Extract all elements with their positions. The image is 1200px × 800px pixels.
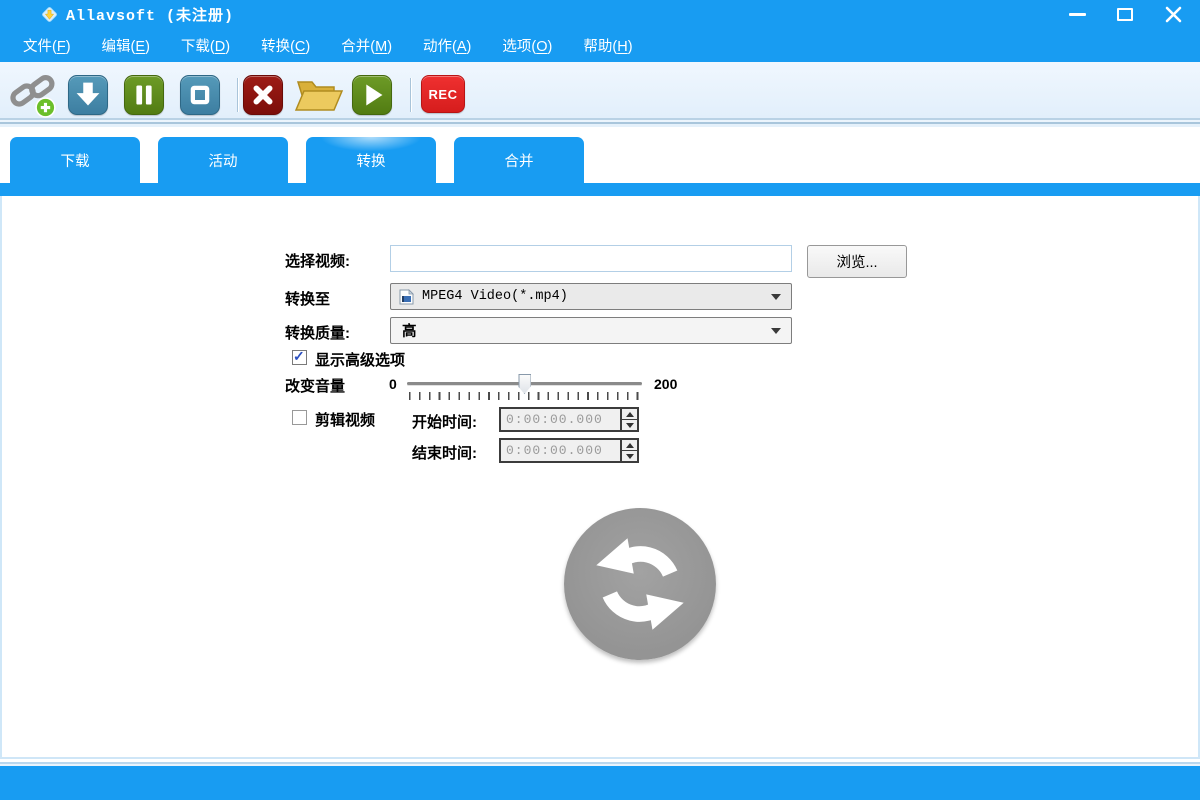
end-time-label: 结束时间: <box>412 442 477 463</box>
clip-video-checkbox[interactable] <box>292 410 307 425</box>
download-icon <box>69 75 107 115</box>
menu-edit[interactable]: 编辑(E) <box>91 31 161 60</box>
start-time-spinner[interactable]: 0:00:00.000 <box>499 407 639 432</box>
menu-convert[interactable]: 转换(C) <box>250 31 321 60</box>
spin-up-icon <box>626 443 634 448</box>
spin-down-button[interactable] <box>622 420 637 430</box>
convert-arrows-icon <box>588 532 692 636</box>
open-folder-button[interactable] <box>294 75 344 115</box>
minimize-icon <box>1069 13 1086 16</box>
select-video-label: 选择视频: <box>285 250 350 271</box>
volume-max-label: 200 <box>654 376 677 392</box>
convert-panel: 选择视频: 浏览... 转换至 MPEG4 Video(*.mp4) 转换质量:… <box>0 196 1200 757</box>
convert-watermark <box>564 508 716 660</box>
spin-up-icon <box>626 412 634 417</box>
video-path-input[interactable] <box>390 245 792 272</box>
clip-video-label: 剪辑视频 <box>315 409 375 430</box>
tab-convert[interactable]: 转换 <box>306 137 436 183</box>
start-time-label: 开始时间: <box>412 411 477 432</box>
add-link-icon <box>10 72 58 118</box>
status-bar-edge <box>0 757 1200 766</box>
close-icon <box>1165 6 1182 23</box>
advanced-options-checkbox[interactable] <box>292 350 307 365</box>
quality-value: 高 <box>402 320 417 341</box>
tab-merge[interactable]: 合并 <box>454 137 584 183</box>
pause-icon <box>125 75 163 115</box>
tab-strip <box>0 183 1200 196</box>
toolbar: REC <box>0 62 1200 118</box>
toolbar-separator <box>410 78 411 112</box>
format-dropdown[interactable]: MPEG4 Video(*.mp4) <box>390 283 792 310</box>
menu-options[interactable]: 选项(O) <box>491 31 563 60</box>
quality-dropdown[interactable]: 高 <box>390 317 792 344</box>
stop-icon <box>181 75 219 115</box>
spin-up-button[interactable] <box>622 440 637 451</box>
volume-min-label: 0 <box>389 376 397 392</box>
spin-down-button[interactable] <box>622 451 637 461</box>
chevron-down-icon <box>771 294 781 300</box>
menu-file[interactable]: 文件(F) <box>12 31 82 60</box>
toolbar-separator <box>237 78 238 112</box>
record-button[interactable]: REC <box>421 75 465 113</box>
record-label: REC <box>429 87 458 102</box>
pause-button[interactable] <box>124 75 164 115</box>
status-bar <box>0 766 1200 800</box>
spin-up-button[interactable] <box>622 409 637 420</box>
tab-bar: 下载 活动 转换 合并 <box>0 127 1200 183</box>
close-button[interactable] <box>1160 2 1186 26</box>
convert-to-label: 转换至 <box>285 288 330 309</box>
browse-button[interactable]: 浏览... <box>807 245 907 278</box>
start-time-value: 0:00:00.000 <box>506 412 620 427</box>
end-time-spinner[interactable]: 0:00:00.000 <box>499 438 639 463</box>
minimize-button[interactable] <box>1064 2 1090 26</box>
tab-activity[interactable]: 活动 <box>158 137 288 183</box>
spin-down-icon <box>626 454 634 459</box>
menu-action[interactable]: 动作(A) <box>412 31 482 60</box>
window-title: Allavsoft (未注册) <box>66 4 234 25</box>
play-button[interactable] <box>352 75 392 115</box>
spinner-buttons <box>620 440 637 461</box>
tab-download[interactable]: 下载 <box>10 137 140 183</box>
maximize-icon <box>1117 8 1133 21</box>
spin-down-icon <box>626 423 634 428</box>
download-button[interactable] <box>68 75 108 115</box>
chevron-down-icon <box>771 328 781 334</box>
folder-icon <box>294 76 344 114</box>
delete-icon <box>244 75 282 115</box>
volume-slider-ticks <box>409 392 642 400</box>
toolbar-bottom-edge <box>0 118 1200 127</box>
spinner-buttons <box>620 409 637 430</box>
menu-bar: 文件(F) 编辑(E) 下载(D) 转换(C) 合并(M) 动作(A) 选项(O… <box>0 28 1200 62</box>
advanced-options-label: 显示高级选项 <box>315 349 405 370</box>
menu-merge[interactable]: 合并(M) <box>330 31 403 60</box>
menu-help[interactable]: 帮助(H) <box>572 31 643 60</box>
end-time-value: 0:00:00.000 <box>506 443 620 458</box>
delete-button[interactable] <box>243 75 283 115</box>
format-value: MPEG4 Video(*.mp4) <box>422 289 568 304</box>
menu-download[interactable]: 下载(D) <box>170 31 241 60</box>
window-controls <box>1064 0 1186 28</box>
volume-label: 改变音量 <box>285 375 345 396</box>
quality-label: 转换质量: <box>285 322 350 343</box>
maximize-button[interactable] <box>1112 2 1138 26</box>
video-file-icon <box>399 289 414 305</box>
add-link-button[interactable] <box>10 72 58 118</box>
title-bar: Allavsoft (未注册) <box>0 0 1200 28</box>
play-icon <box>353 75 391 115</box>
stop-button[interactable] <box>180 75 220 115</box>
app-logo-icon <box>40 5 59 24</box>
volume-slider-thumb[interactable] <box>518 374 531 394</box>
volume-slider[interactable] <box>407 382 642 385</box>
